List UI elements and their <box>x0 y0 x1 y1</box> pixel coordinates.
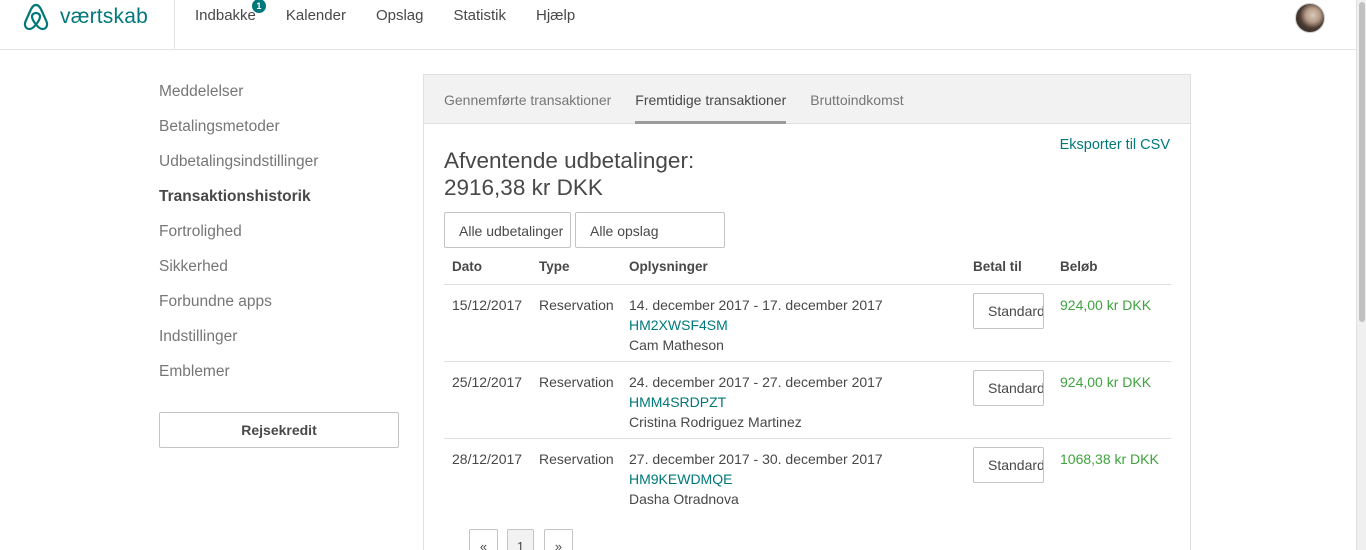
pagination-next-button[interactable]: » <box>544 529 573 550</box>
pay-to-select[interactable]: Standard <box>973 293 1044 329</box>
sidebar-item-badges[interactable]: Emblemer <box>159 362 399 397</box>
row-details: 24. december 2017 - 27. december 2017 HM… <box>629 372 883 432</box>
listing-filter-select[interactable]: Alle opslag <box>575 212 725 248</box>
column-header-pay-to: Betal til <box>973 259 1022 274</box>
row-type: Reservation <box>539 297 614 313</box>
nav-item-label: Indbakke <box>195 7 256 24</box>
row-amount: 924,00 kr DKK <box>1060 297 1152 313</box>
main-nav: Indbakke 1 Kalender Opslag Statistik Hjæ… <box>195 0 605 24</box>
pagination-page-1[interactable]: 1 <box>507 529 534 550</box>
inbox-count-badge: 1 <box>251 0 266 13</box>
row-amount: 924,00 kr DKK <box>1060 374 1152 390</box>
sidebar-item-transaction-history[interactable]: Transaktionshistorik <box>159 187 399 222</box>
payout-filter-select[interactable]: Alle udbetalinger <box>444 212 571 248</box>
top-navigation-bar: værtskab Indbakke 1 Kalender Opslag Stat… <box>0 0 1356 50</box>
column-header-date: Dato <box>452 259 482 274</box>
guest-name: Cam Matheson <box>629 337 724 353</box>
confirmation-code-link[interactable]: HM2XWSF4SM <box>629 315 883 335</box>
brand-logo[interactable]: værtskab <box>22 2 148 32</box>
pending-payouts-heading: Afventende udbetalinger: 2916,38 kr DKK <box>444 147 694 201</box>
column-header-amount: Beløb <box>1060 259 1098 274</box>
airbnb-logo-icon <box>23 3 49 31</box>
nav-divider <box>174 0 175 50</box>
tab-future-transactions[interactable]: Fremtidige transaktioner <box>635 75 787 124</box>
guest-name: Cristina Rodriguez Martinez <box>629 414 802 430</box>
column-header-type: Type <box>539 259 570 274</box>
row-type: Reservation <box>539 451 614 467</box>
tab-completed-transactions[interactable]: Gennemførte transaktioner <box>444 75 611 124</box>
brand-name: værtskab <box>60 5 148 28</box>
table-row: 15/12/2017 Reservation 14. december 2017… <box>424 285 1192 362</box>
table-row: 28/12/2017 Reservation 27. december 2017… <box>424 439 1192 516</box>
travel-credit-button[interactable]: Rejsekredit <box>159 412 399 448</box>
sidebar-item-connected-apps[interactable]: Forbundne apps <box>159 292 399 327</box>
pending-payouts-total: 2916,38 kr DKK <box>444 175 603 200</box>
heading-title: Afventende udbetalinger: <box>444 148 695 173</box>
row-date: 28/12/2017 <box>452 451 523 467</box>
nav-item-statistics[interactable]: Statistik <box>453 7 506 24</box>
nav-item-listings[interactable]: Opslag <box>376 7 424 24</box>
row-date: 25/12/2017 <box>452 374 523 390</box>
tab-gross-earnings[interactable]: Bruttoindkomst <box>810 75 903 124</box>
sidebar-item-payout-preferences[interactable]: Udbetalingsindstillinger <box>159 152 399 187</box>
user-avatar[interactable] <box>1295 3 1325 33</box>
pay-to-select[interactable]: Standard <box>973 370 1044 406</box>
row-date: 15/12/2017 <box>452 297 523 313</box>
sidebar-item-security[interactable]: Sikkerhed <box>159 257 399 292</box>
nav-item-help[interactable]: Hjælp <box>536 7 575 24</box>
row-amount: 1068,38 kr DKK <box>1060 451 1159 467</box>
scrollbar-thumb[interactable] <box>1359 2 1365 322</box>
confirmation-code-link[interactable]: HMM4SRDPZT <box>629 392 883 412</box>
nav-item-inbox[interactable]: Indbakke 1 <box>195 0 266 24</box>
reservation-period: 27. december 2017 - 30. december 2017 <box>629 451 883 467</box>
nav-item-calendar[interactable]: Kalender <box>286 7 346 24</box>
export-csv-link[interactable]: Eksporter til CSV <box>1060 137 1170 153</box>
pagination-prev-button[interactable]: « <box>469 529 498 550</box>
confirmation-code-link[interactable]: HM9KEWDMQE <box>629 469 883 489</box>
page-scrollbar[interactable] <box>1356 0 1366 550</box>
guest-name: Dasha Otradnova <box>629 491 739 507</box>
reservation-period: 24. december 2017 - 27. december 2017 <box>629 374 883 390</box>
transactions-panel: Gennemførte transaktioner Fremtidige tra… <box>423 74 1191 550</box>
sidebar-item-payment-methods[interactable]: Betalingsmetoder <box>159 117 399 152</box>
row-details: 27. december 2017 - 30. december 2017 HM… <box>629 449 883 509</box>
transaction-tabs: Gennemførte transaktioner Fremtidige tra… <box>424 75 1190 124</box>
sidebar-item-privacy[interactable]: Fortrolighed <box>159 222 399 257</box>
column-header-details: Oplysninger <box>629 259 708 274</box>
sidebar-item-notifications[interactable]: Meddelelser <box>159 82 399 117</box>
reservation-period: 14. december 2017 - 17. december 2017 <box>629 297 883 313</box>
row-type: Reservation <box>539 374 614 390</box>
pay-to-select[interactable]: Standard <box>973 447 1044 483</box>
account-sidebar: Meddelelser Betalingsmetoder Udbetalings… <box>159 82 399 448</box>
row-details: 14. december 2017 - 17. december 2017 HM… <box>629 295 883 355</box>
table-row: 25/12/2017 Reservation 24. december 2017… <box>424 362 1192 439</box>
sidebar-item-settings[interactable]: Indstillinger <box>159 327 399 362</box>
